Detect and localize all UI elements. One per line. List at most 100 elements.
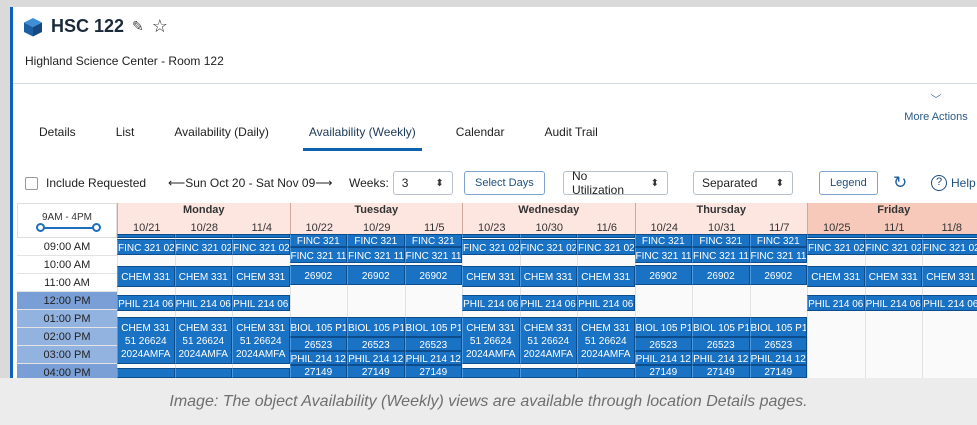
slider-end-handle[interactable] bbox=[92, 223, 101, 232]
event-block[interactable]: 27149 bbox=[634, 365, 692, 378]
event-block[interactable]: FINC 321 02 bbox=[922, 239, 977, 255]
event-block[interactable]: BIOL 105 P1 bbox=[404, 317, 462, 337]
event-block[interactable]: BIOL 105 P1 bbox=[634, 317, 692, 337]
event-block[interactable]: PHIL 214 12 bbox=[404, 351, 462, 365]
event-block[interactable]: FINC 321 02 bbox=[462, 239, 520, 255]
more-actions-button[interactable]: ﹀ More Actions bbox=[901, 95, 971, 124]
event-block[interactable]: 27149 bbox=[347, 365, 405, 378]
event-block[interactable] bbox=[232, 368, 290, 378]
event-block[interactable] bbox=[117, 368, 175, 378]
event-block[interactable]: 26902 bbox=[347, 265, 405, 285]
event-block[interactable]: FINC 321 02 bbox=[519, 239, 577, 255]
favorite-star-icon[interactable]: ☆ bbox=[152, 16, 168, 37]
event-block[interactable]: CHEM 331 bbox=[462, 266, 520, 287]
event-block[interactable]: FINC 321 01 bbox=[232, 234, 290, 238]
event-block[interactable]: PHIL 214 06 bbox=[117, 295, 175, 311]
event-block[interactable]: 27149 bbox=[749, 365, 807, 378]
tab-details[interactable]: Details bbox=[33, 125, 82, 151]
event-block[interactable]: 26902 bbox=[749, 265, 807, 285]
event-block[interactable]: 27149 bbox=[289, 365, 347, 378]
event-block[interactable]: FINC 321 01 bbox=[117, 234, 175, 238]
tab-availability-daily[interactable]: Availability (Daily) bbox=[168, 125, 274, 151]
event-block[interactable]: 26902 bbox=[692, 265, 750, 285]
event-block[interactable]: BIOL 105 P1 bbox=[289, 317, 347, 337]
event-block[interactable]: FINC 321 01 bbox=[864, 234, 922, 238]
event-block[interactable]: 26523 bbox=[692, 337, 750, 351]
event-block[interactable]: CHEM 331 bbox=[174, 266, 232, 287]
event-block[interactable]: BIOL 105 P1 bbox=[692, 317, 750, 337]
event-block[interactable]: PHIL 214 06 bbox=[174, 295, 232, 311]
event-block[interactable]: FINC 321 bbox=[289, 234, 347, 247]
event-block[interactable]: CHEM 331 bbox=[117, 266, 175, 287]
event-block[interactable]: CHEM 331 bbox=[864, 266, 922, 287]
edit-icon[interactable]: ✎ bbox=[132, 18, 144, 35]
event-block[interactable]: CHEM 331 51 26624 2024AMFA bbox=[462, 317, 520, 364]
legend-button[interactable]: Legend bbox=[819, 171, 878, 195]
event-block[interactable]: FINC 321 01 bbox=[174, 234, 232, 238]
select-days-button[interactable]: Select Days bbox=[464, 171, 545, 195]
event-block[interactable]: PHIL 214 12 bbox=[749, 351, 807, 365]
event-block[interactable]: FINC 321 02 bbox=[117, 239, 175, 255]
event-block[interactable]: FINC 321 01 bbox=[807, 234, 865, 238]
event-block[interactable]: FINC 321 02 bbox=[864, 239, 922, 255]
event-block[interactable]: CHEM 331 51 26624 2024AMFA bbox=[577, 317, 635, 364]
event-block[interactable]: FINC 321 bbox=[749, 234, 807, 247]
tab-calendar[interactable]: Calendar bbox=[450, 125, 511, 151]
event-block[interactable]: 26902 bbox=[634, 265, 692, 285]
event-block[interactable]: CHEM 331 bbox=[519, 266, 577, 287]
event-block[interactable]: FINC 321 11 bbox=[347, 247, 405, 263]
help-button[interactable]: ? Help bbox=[931, 171, 976, 195]
tab-list[interactable]: List bbox=[110, 125, 141, 151]
refresh-icon[interactable]: ↻ bbox=[893, 171, 907, 195]
event-block[interactable]: 26902 bbox=[289, 265, 347, 285]
event-block[interactable]: 26902 bbox=[404, 265, 462, 285]
event-block[interactable]: PHIL 214 12 bbox=[634, 351, 692, 365]
tab-audit-trail[interactable]: Audit Trail bbox=[538, 125, 603, 151]
event-block[interactable]: CHEM 331 51 26624 2024AMFA bbox=[519, 317, 577, 364]
include-requested-checkbox[interactable] bbox=[25, 176, 38, 190]
event-block[interactable] bbox=[462, 368, 520, 378]
event-block[interactable]: FINC 321 11 bbox=[634, 247, 692, 263]
slider-start-handle[interactable] bbox=[36, 223, 45, 232]
event-block[interactable]: BIOL 105 P1 bbox=[749, 317, 807, 337]
event-block[interactable] bbox=[174, 368, 232, 378]
event-block[interactable]: CHEM 331 51 26624 2024AMFA bbox=[232, 317, 290, 364]
event-block[interactable]: PHIL 214 12 bbox=[692, 351, 750, 365]
tab-availability-weekly[interactable]: Availability (Weekly) bbox=[302, 125, 422, 151]
event-block[interactable]: PHIL 214 06 bbox=[807, 295, 865, 311]
next-arrow-icon[interactable]: ⟶ bbox=[315, 176, 332, 190]
event-block[interactable]: CHEM 331 51 26624 2024AMFA bbox=[117, 317, 175, 364]
event-block[interactable]: CHEM 331 bbox=[232, 266, 290, 287]
event-block[interactable]: 26523 bbox=[347, 337, 405, 351]
event-block[interactable]: PHIL 214 06 bbox=[519, 295, 577, 311]
event-block[interactable]: CHEM 331 bbox=[922, 266, 977, 287]
event-block[interactable]: PHIL 214 06 bbox=[462, 295, 520, 311]
event-block[interactable]: FINC 321 02 bbox=[807, 239, 865, 255]
event-block[interactable]: FINC 321 01 bbox=[577, 234, 635, 238]
event-block[interactable]: FINC 321 bbox=[347, 234, 405, 247]
event-block[interactable]: CHEM 331 51 26624 2024AMFA bbox=[174, 317, 232, 364]
event-block[interactable]: PHIL 214 12 bbox=[289, 351, 347, 365]
event-block[interactable] bbox=[519, 368, 577, 378]
weeks-select[interactable]: 3 ⬍ bbox=[392, 171, 453, 195]
event-block[interactable]: FINC 321 02 bbox=[577, 239, 635, 255]
event-block[interactable]: FINC 321 11 bbox=[692, 247, 750, 263]
include-requested-toggle[interactable]: Include Requested bbox=[25, 171, 146, 195]
event-block[interactable]: PHIL 214 06 bbox=[577, 295, 635, 311]
event-block[interactable]: 26523 bbox=[404, 337, 462, 351]
event-block[interactable]: FINC 321 02 bbox=[232, 239, 290, 255]
event-block[interactable]: PHIL 214 06 bbox=[232, 295, 290, 311]
event-block[interactable]: CHEM 331 bbox=[577, 266, 635, 287]
event-block[interactable]: PHIL 214 06 bbox=[864, 295, 922, 311]
event-block[interactable]: 27149 bbox=[404, 365, 462, 378]
event-block[interactable]: PHIL 214 06 bbox=[922, 295, 977, 311]
event-block[interactable]: FINC 321 01 bbox=[519, 234, 577, 238]
event-block[interactable]: 27149 bbox=[692, 365, 750, 378]
event-block[interactable]: FINC 321 11 bbox=[289, 247, 347, 263]
time-range-slider[interactable]: 9AM - 4PM bbox=[17, 203, 117, 238]
event-block[interactable]: FINC 321 01 bbox=[922, 234, 977, 238]
event-block[interactable] bbox=[577, 368, 635, 378]
event-block[interactable]: BIOL 105 P1 bbox=[347, 317, 405, 337]
event-block[interactable]: FINC 321 01 bbox=[462, 234, 520, 238]
event-block[interactable]: FINC 321 bbox=[404, 234, 462, 247]
